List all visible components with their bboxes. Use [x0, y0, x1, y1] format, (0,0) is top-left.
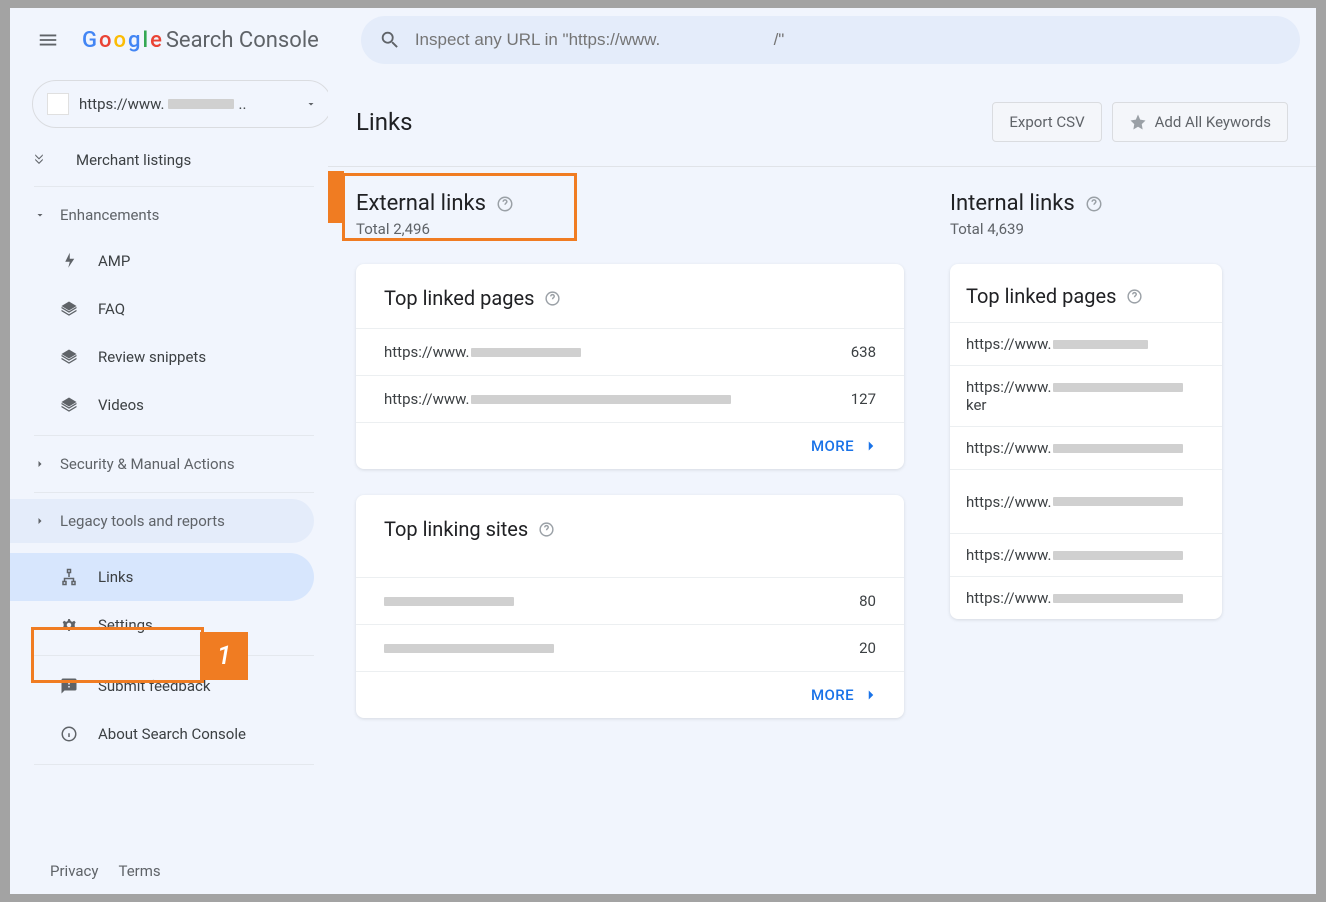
internal-page-row[interactable]: https://www.ker [950, 365, 1222, 426]
internal-page-row[interactable]: https://www. [950, 576, 1222, 619]
footer-links: Privacy Terms [50, 862, 161, 880]
layers-icon [60, 300, 78, 318]
internal-page-row[interactable]: https://www. [950, 322, 1222, 365]
internal-page-row[interactable]: https://www. [950, 469, 1222, 533]
sidebar-item-settings[interactable]: Settings [10, 601, 314, 649]
chevron-right-icon [34, 515, 46, 527]
add-all-keywords-button[interactable]: Add All Keywords [1112, 102, 1288, 142]
external-links-section: External links Total 2,496 Top linked pa… [356, 191, 904, 718]
dropdown-icon [305, 98, 317, 110]
main-content: Links Export CSV Add All Keywords Extern… [328, 72, 1316, 894]
sidebar: https://www... Merchant listings Enhance… [10, 72, 328, 894]
page-title: Links [356, 108, 992, 136]
internal-top-pages-card: Top linked pages https://www. https://ww… [950, 264, 1222, 619]
export-csv-button[interactable]: Export CSV [992, 102, 1101, 142]
sidebar-section-security[interactable]: Security & Manual Actions [10, 442, 328, 486]
external-links-total: Total 2,496 [356, 220, 904, 238]
google-logo: Google Search Console [82, 28, 319, 53]
linking-site-row[interactable]: 80 [356, 577, 904, 624]
internal-links-section: Internal links Total 4,639 Top linked pa… [950, 191, 1222, 718]
chevron-right-icon [862, 437, 880, 455]
help-icon[interactable] [1085, 195, 1103, 213]
url-inspect-search[interactable] [361, 16, 1300, 64]
internal-page-row[interactable]: https://www. [950, 533, 1222, 576]
internal-links-title: Internal links [950, 191, 1075, 216]
star-icon [1129, 113, 1147, 131]
property-url: https://www. [79, 95, 164, 113]
sidebar-item-feedback[interactable]: Submit feedback [10, 662, 314, 710]
sidebar-item-about[interactable]: About Search Console [10, 710, 314, 758]
sidebar-item-videos[interactable]: Videos [10, 381, 314, 429]
sidebar-section-enhancements[interactable]: Enhancements [10, 193, 328, 237]
bolt-icon [60, 252, 78, 270]
property-favicon [47, 93, 69, 115]
more-button[interactable]: MORE [356, 422, 904, 469]
linked-page-row[interactable]: https://www. 638 [356, 328, 904, 375]
sidebar-item-amp[interactable]: AMP [10, 237, 314, 285]
top-linking-sites-title: Top linking sites [384, 517, 528, 541]
privacy-link[interactable]: Privacy [50, 862, 98, 880]
search-icon [379, 29, 401, 51]
hamburger-menu-button[interactable] [26, 18, 70, 62]
linked-page-row[interactable]: https://www. 127 [356, 375, 904, 422]
chevron-down-icon [34, 209, 46, 221]
linking-site-row[interactable]: 20 [356, 624, 904, 671]
sidebar-item-review-snippets[interactable]: Review snippets [10, 333, 314, 381]
hamburger-icon [37, 29, 59, 51]
top-linked-pages-title: Top linked pages [384, 286, 534, 310]
help-icon[interactable] [1126, 288, 1143, 305]
sidebar-item-links[interactable]: Links [10, 553, 314, 601]
layers-icon [60, 348, 78, 366]
chevron-right-icon [862, 686, 880, 704]
gear-icon [60, 616, 78, 634]
feedback-icon [60, 677, 78, 695]
double-chevron-down-icon [30, 149, 48, 167]
layers-icon [60, 396, 78, 414]
chevron-right-icon [34, 458, 46, 470]
internal-top-pages-title: Top linked pages [966, 284, 1116, 308]
help-icon[interactable] [538, 521, 555, 538]
sidebar-item-faq[interactable]: FAQ [10, 285, 314, 333]
header: Google Search Console [10, 8, 1316, 72]
product-name: Search Console [166, 28, 319, 53]
annotation-1-badge: 1 [200, 632, 248, 680]
sidebar-item-merchant-listings[interactable]: Merchant listings [10, 140, 314, 180]
property-selector[interactable]: https://www... [32, 80, 328, 128]
annotation-2-badge: 2 [328, 171, 344, 223]
help-icon[interactable] [496, 195, 514, 213]
top-linked-pages-card: Top linked pages https://www. 638 https:… [356, 264, 904, 469]
terms-link[interactable]: Terms [118, 862, 160, 880]
sitemap-icon [60, 568, 78, 586]
info-icon [60, 725, 78, 743]
sidebar-section-legacy[interactable]: Legacy tools and reports [10, 499, 314, 543]
top-linking-sites-card: Top linking sites 80 20 [356, 495, 904, 718]
url-inspect-input[interactable] [415, 30, 1282, 50]
external-links-title: External links [356, 191, 486, 216]
more-button[interactable]: MORE [356, 671, 904, 718]
internal-links-total: Total 4,639 [950, 220, 1222, 238]
help-icon[interactable] [544, 290, 561, 307]
internal-page-row[interactable]: https://www. [950, 426, 1222, 469]
